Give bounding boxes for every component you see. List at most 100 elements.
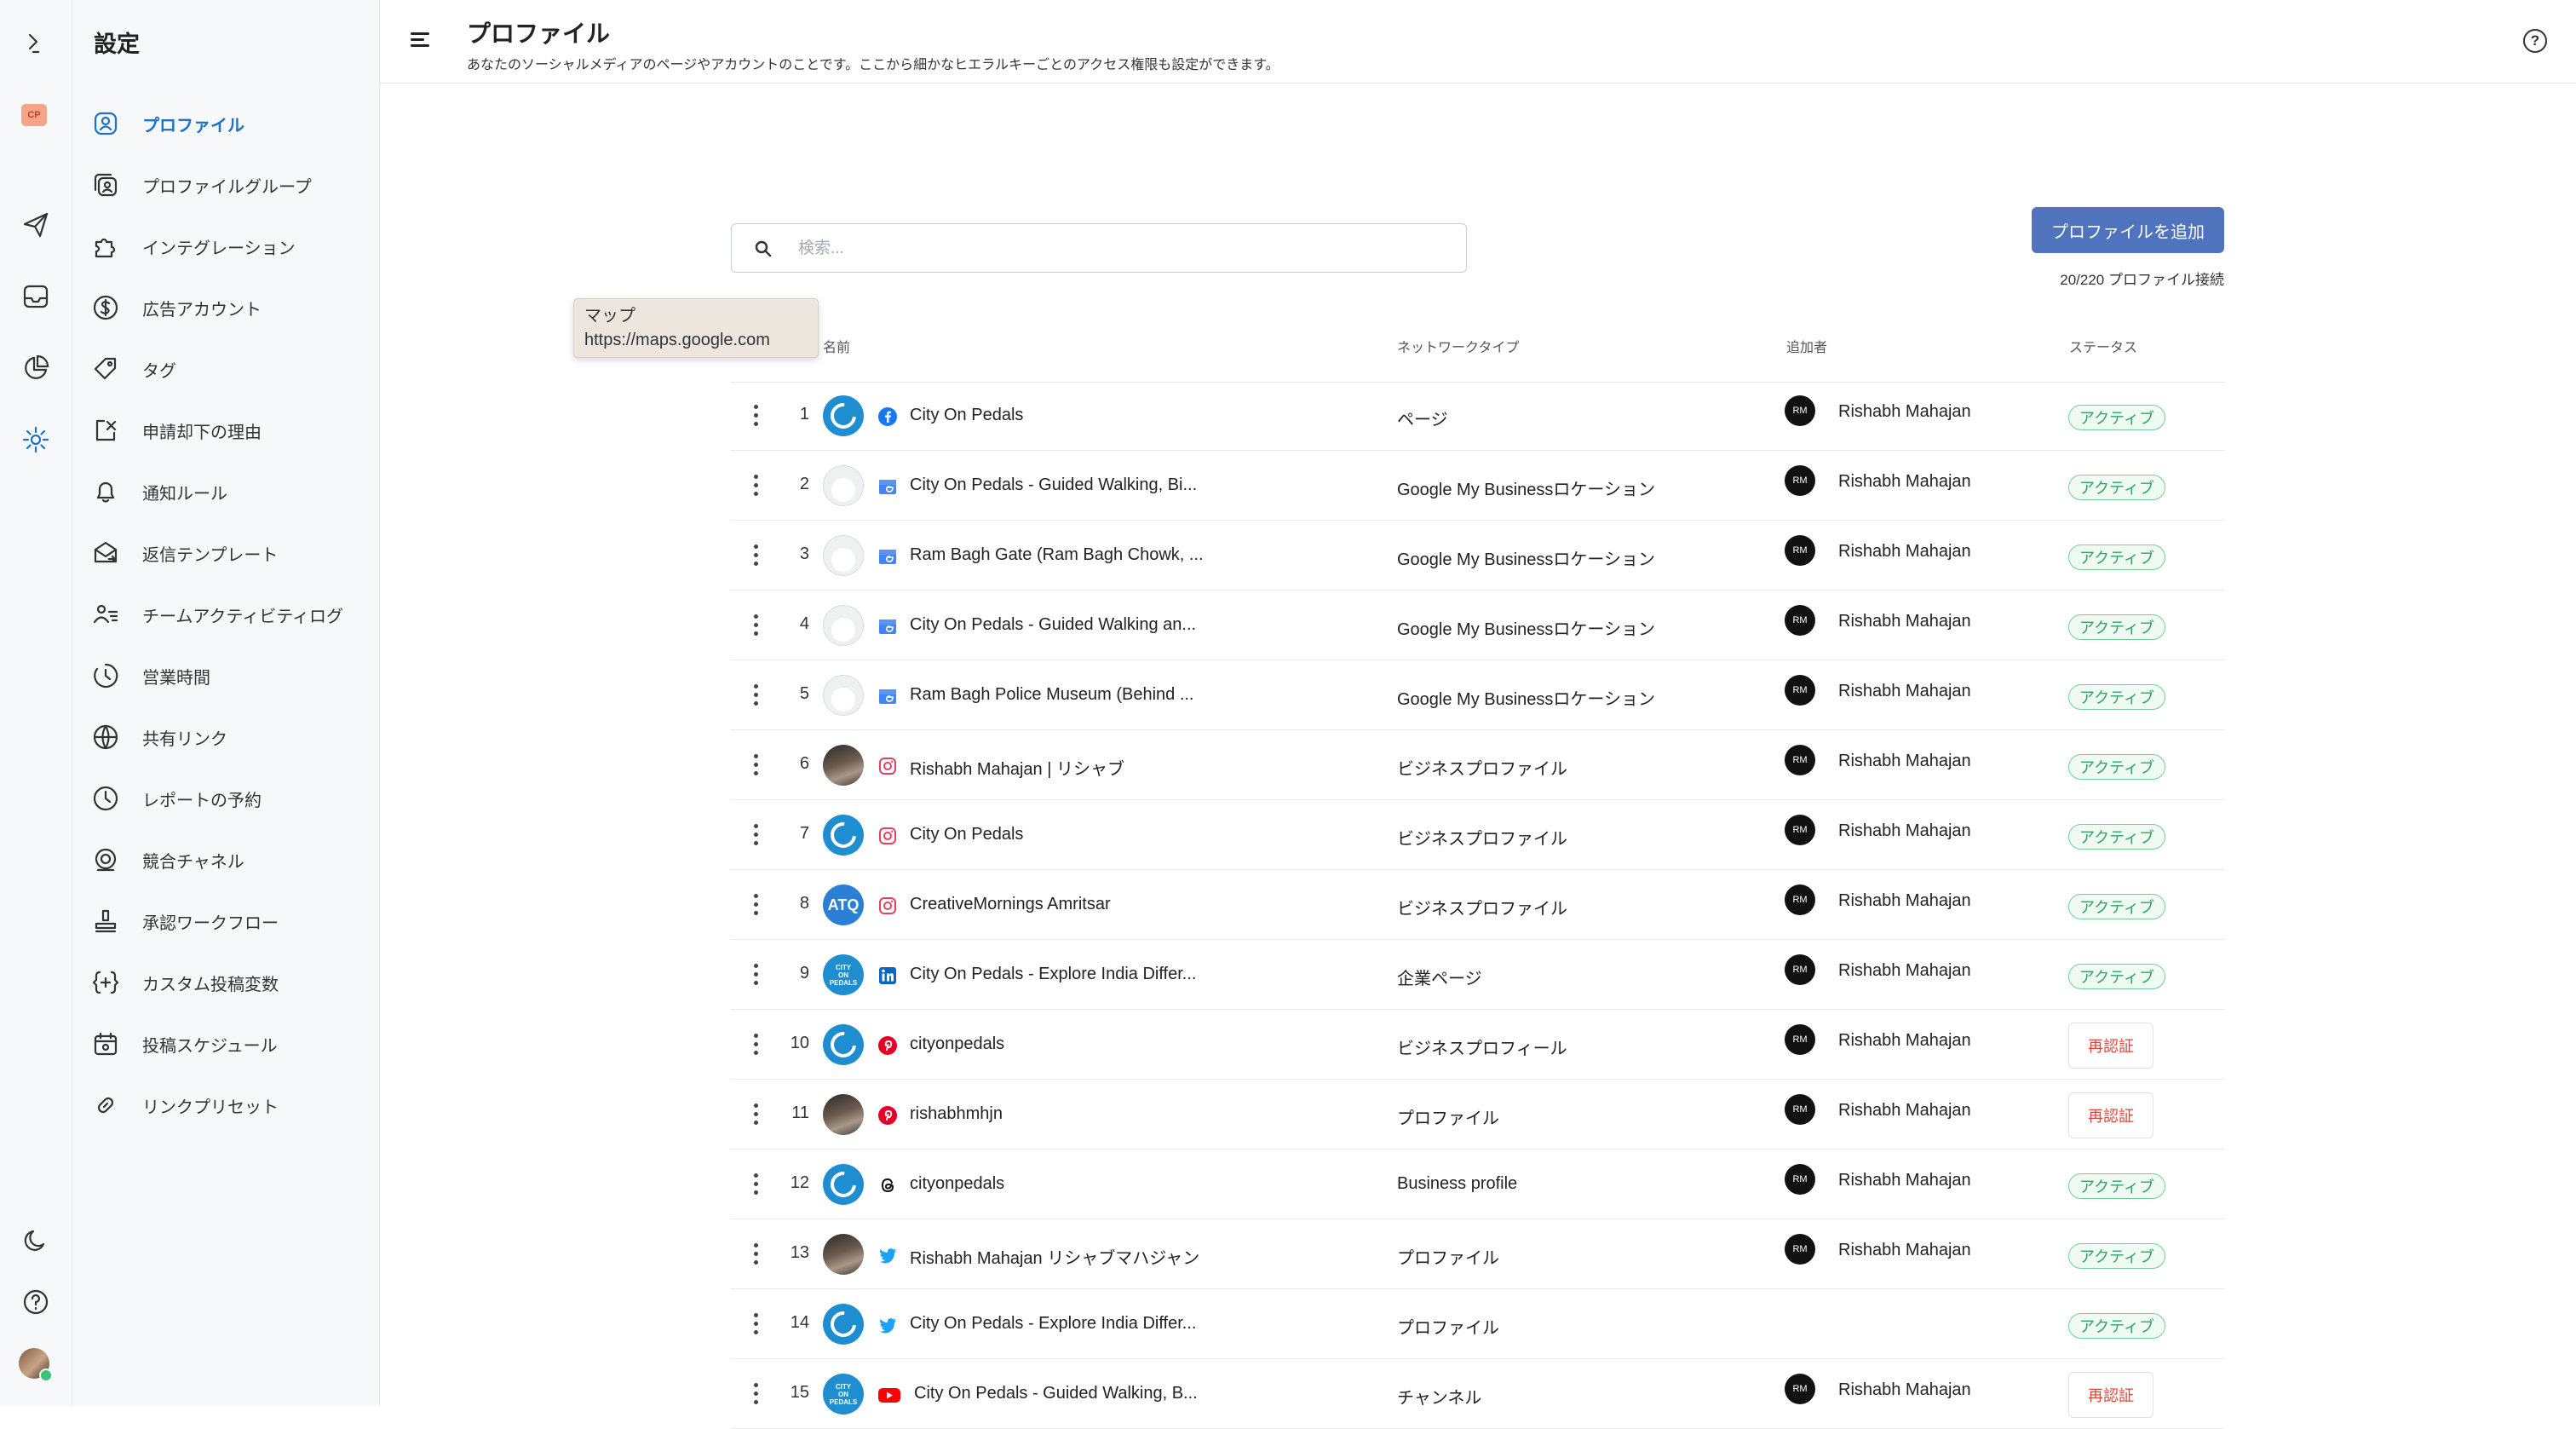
table-row[interactable]: 14 City On Pedals - Explore India Differ… (731, 1291, 2224, 1359)
sidebar-item-post-schedule[interactable]: 投稿スケジュール (89, 1022, 371, 1066)
network-type: ページ (1397, 411, 1448, 429)
row-more-options-icon[interactable] (751, 1032, 760, 1057)
search-input[interactable] (796, 234, 1447, 263)
profile-name[interactable]: City On Pedals (910, 406, 1023, 425)
row-more-options-icon[interactable] (751, 1311, 760, 1337)
column-header-status[interactable]: ステータス (2069, 336, 2137, 356)
table-row[interactable]: 11 rishabhmhjn プロファイル RM Rishabh Mahajan… (731, 1081, 2224, 1150)
sidebar-item-approval-workflow[interactable]: 承認ワークフロー (89, 899, 371, 943)
table-row[interactable]: 3 Ram Bagh Gate (Ram Bagh Chowk, ... Goo… (731, 522, 2224, 591)
profile-name[interactable]: Rishabh Mahajan リシャブマハジャン (910, 1244, 1199, 1269)
publish-icon[interactable] (17, 206, 55, 244)
row-number: 6 (799, 754, 809, 773)
status-badge: アクティブ (2068, 614, 2166, 640)
search-box[interactable] (731, 223, 1467, 273)
status-badge: アクティブ (2068, 1313, 2166, 1339)
analytics-icon[interactable] (17, 349, 55, 387)
table-row[interactable]: 5 Ram Bagh Police Museum (Behind ... Goo… (731, 662, 2224, 730)
row-more-options-icon[interactable] (751, 822, 760, 848)
settings-gear-icon[interactable] (17, 421, 55, 458)
help-circle-icon[interactable] (17, 1283, 55, 1321)
profile-name[interactable]: cityonpedals (910, 1034, 1004, 1054)
sidebar-item-reply-templates[interactable]: 返信テンプレート (89, 531, 371, 575)
row-more-options-icon[interactable] (751, 1381, 760, 1407)
sidebar-item-tags[interactable]: タグ (89, 347, 371, 391)
youtube-icon (877, 1385, 900, 1405)
row-more-options-icon[interactable] (751, 473, 760, 498)
table-row[interactable]: 1 City On Pedals ページ RM Rishabh Mahajan … (731, 383, 2224, 451)
sidebar-item-notification-rules[interactable]: 通知ルール (89, 470, 371, 514)
profile-name[interactable]: City On Pedals - Explore India Differ... (910, 965, 1196, 984)
reauthenticate-button[interactable]: 再認証 (2068, 1092, 2153, 1138)
sidebar-item-team-activity-log[interactable]: チームアクティビティログ (89, 592, 371, 637)
row-more-options-icon[interactable] (751, 613, 760, 638)
profile-name[interactable]: CreativeMornings Amritsar (910, 895, 1111, 914)
rejection-icon (89, 414, 122, 447)
profile-name[interactable]: Rishabh Mahajan | リシャブ (910, 755, 1124, 780)
profile-name[interactable]: cityonpedals (910, 1174, 1004, 1194)
app-logo-icon[interactable] (17, 26, 55, 63)
profile-name[interactable]: City On Pedals - Explore India Differ... (910, 1314, 1196, 1334)
table-row[interactable]: 7 City On Pedals ビジネスプロファイル RM Rishabh M… (731, 802, 2224, 870)
row-more-options-icon[interactable] (751, 892, 760, 918)
row-more-options-icon[interactable] (751, 1242, 760, 1267)
profile-name[interactable]: City On Pedals - Guided Walking, B... (914, 1384, 1198, 1403)
added-by-avatar: RM (1785, 1024, 1815, 1055)
network-type: ビジネスプロフィール (1397, 1040, 1567, 1058)
sidebar-item-shared-links[interactable]: 共有リンク (89, 715, 371, 759)
table-row[interactable]: 15 CITY ON PEDALS City On Pedals - Guided … (731, 1361, 2224, 1429)
row-more-options-icon[interactable] (751, 683, 760, 708)
status-badge: アクティブ (2068, 894, 2166, 919)
sidebar-item-label: 返信テンプレート (142, 545, 279, 565)
row-more-options-icon[interactable] (751, 1172, 760, 1197)
profile-name[interactable]: Ram Bagh Gate (Ram Bagh Chowk, ... (910, 545, 1204, 565)
help-icon[interactable]: ? (2523, 29, 2547, 53)
added-by-avatar: RM (1785, 954, 1815, 985)
table-row[interactable]: 4 City On Pedals - Guided Walking an... … (731, 592, 2224, 660)
profile-name[interactable]: City On Pedals - Guided Walking an... (910, 615, 1196, 635)
menu-toggle-icon[interactable] (407, 27, 433, 53)
table-row[interactable]: 9 CITY ON PEDALS City On Pedals - Explore … (731, 942, 2224, 1010)
reauthenticate-button[interactable]: 再認証 (2068, 1372, 2153, 1418)
dark-mode-moon-icon[interactable] (17, 1222, 55, 1259)
profile-name[interactable]: Ram Bagh Police Museum (Behind ... (910, 685, 1194, 705)
table-row[interactable]: 13 Rishabh Mahajan リシャブマハジャン プロファイル RM R… (731, 1221, 2224, 1289)
added-by-avatar: RM (1785, 465, 1815, 496)
workspace-badge[interactable]: CP (21, 104, 47, 126)
sidebar-item-integration[interactable]: インテグレーション (89, 224, 371, 268)
sidebar-item-link-presets[interactable]: リンクプリセット (89, 1083, 371, 1127)
table-row[interactable]: 12 cityonpedals Business profile RM Rish… (731, 1151, 2224, 1219)
sidebar-item-profile-group[interactable]: プロファイルグループ (89, 163, 371, 207)
table-row[interactable]: 6 Rishabh Mahajan | リシャブ ビジネスプロファイル RM R… (731, 732, 2224, 800)
table-row[interactable]: 2 City On Pedals - Guided Walking, Bi...… (731, 452, 2224, 521)
column-header-name[interactable]: 名前 (823, 336, 850, 356)
google-my-business-icon (877, 616, 898, 637)
sidebar-item-profile[interactable]: プロファイル (89, 101, 371, 146)
table-row[interactable]: 10 cityonpedals ビジネスプロフィール RM Rishabh Ma… (731, 1011, 2224, 1080)
table-row[interactable]: 8 ATQ CreativeMornings Amritsar ビジネスプロファ… (731, 872, 2224, 940)
sidebar-item-competitor-channels[interactable]: 競合チャネル (89, 838, 371, 882)
reauthenticate-button[interactable]: 再認証 (2068, 1023, 2153, 1069)
row-more-options-icon[interactable] (751, 752, 760, 778)
sidebar-item-custom-post-variables[interactable]: カスタム投稿変数 (89, 960, 371, 1005)
profile-name[interactable]: City On Pedals - Guided Walking, Bi... (910, 475, 1197, 495)
add-profile-button[interactable]: プロファイルを追加 (2032, 207, 2224, 253)
network-type: チャンネル (1397, 1389, 1482, 1408)
added-by-avatar: RM (1785, 675, 1815, 706)
profile-name[interactable]: City On Pedals (910, 825, 1023, 844)
sidebar-item-ad-accounts[interactable]: 広告アカウント (89, 285, 371, 330)
row-more-options-icon[interactable] (751, 403, 760, 429)
sidebar-item-business-hours[interactable]: 営業時間 (89, 654, 371, 698)
added-by-name: Rishabh Mahajan (1838, 1171, 1971, 1190)
column-header-added-by[interactable]: 追加者 (1786, 336, 1827, 356)
column-header-network-type[interactable]: ネットワークタイプ (1397, 336, 1519, 356)
inbox-icon[interactable] (17, 278, 55, 315)
added-by-name: Rishabh Mahajan (1838, 472, 1971, 491)
row-more-options-icon[interactable] (751, 543, 760, 568)
profile-name[interactable]: rishabhmhjn (910, 1104, 1003, 1124)
added-by-avatar: RM (1785, 1164, 1815, 1195)
sidebar-item-report-scheduling[interactable]: レポートの予約 (89, 776, 371, 821)
row-more-options-icon[interactable] (751, 1102, 760, 1127)
sidebar-item-rejection-reasons[interactable]: 申請却下の理由 (89, 408, 371, 452)
row-more-options-icon[interactable] (751, 962, 760, 988)
